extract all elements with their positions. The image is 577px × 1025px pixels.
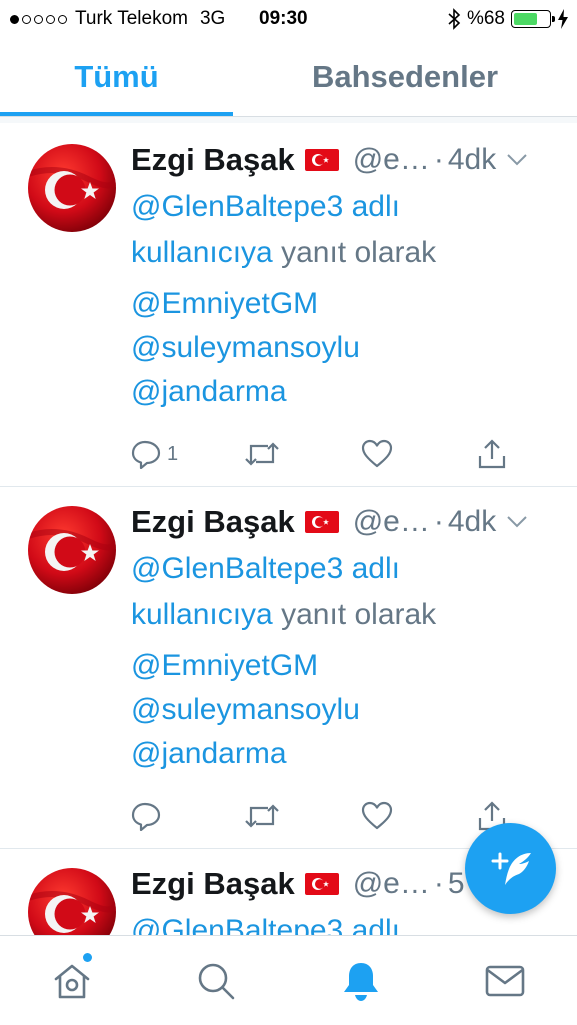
mention-link[interactable]: @suleymansoylu xyxy=(131,326,561,370)
reply-to-link[interactable]: @GlenBaltepe3 adlı xyxy=(131,914,400,935)
tweet-text: @EmniyetGM @suleymansoylu @jandarma xyxy=(131,644,561,776)
retweet-icon xyxy=(245,804,279,828)
new-content-badge xyxy=(83,953,92,962)
avatar[interactable] xyxy=(28,868,116,935)
search-icon xyxy=(198,963,235,1000)
compose-tweet-button[interactable] xyxy=(465,823,556,914)
separator-dot: · xyxy=(433,143,444,176)
timestamp[interactable]: 5 xyxy=(448,867,465,901)
messages-envelope-icon xyxy=(485,965,525,997)
reply-context: @GlenBaltepe3 adlı kullanıcıya yanıt ola… xyxy=(131,184,561,276)
messages-tab[interactable] xyxy=(475,956,535,1006)
reply-to-link[interactable]: @GlenBaltepe3 adlı xyxy=(131,190,400,223)
heart-icon xyxy=(361,801,393,830)
tweet[interactable]: Ezgi Başak @e… · 4dk @GlenBaltepe3 adlı … xyxy=(0,130,577,485)
retweet-button[interactable] xyxy=(244,436,280,472)
status-time: 09:30 xyxy=(259,8,308,29)
username[interactable]: @e… xyxy=(353,867,430,901)
mention-link[interactable]: @jandarma xyxy=(131,370,561,414)
network-type: 3G xyxy=(199,8,226,29)
chevron-down-icon[interactable] xyxy=(506,153,528,167)
username[interactable]: @e… xyxy=(353,505,430,539)
like-button[interactable] xyxy=(361,436,393,472)
avatar[interactable] xyxy=(28,506,116,594)
tab-mentions[interactable]: Bahsedenler xyxy=(233,40,577,116)
reply-button[interactable] xyxy=(131,798,163,834)
mention-link[interactable]: @jandarma xyxy=(131,732,561,776)
home-icon xyxy=(54,964,90,999)
reply-count: 1 xyxy=(167,442,179,465)
carrier-name: Turk Telekom xyxy=(75,8,188,29)
share-icon xyxy=(478,439,506,469)
battery-percent: %68 xyxy=(466,8,505,29)
timestamp[interactable]: 4dk xyxy=(448,143,496,177)
reply-to-link[interactable]: @GlenBaltepe3 adlı xyxy=(131,552,400,585)
reply-context: @GlenBaltepe3 adlı kullanıcıya yanıt ola… xyxy=(131,546,561,638)
charging-bolt-icon xyxy=(558,9,568,29)
retweet-button[interactable] xyxy=(244,798,280,834)
bottom-tab-bar xyxy=(0,935,577,1025)
search-tab[interactable] xyxy=(186,956,246,1006)
tweet[interactable]: Ezgi Başak @e… · 4dk @GlenBaltepe3 adlı … xyxy=(0,492,577,847)
reply-icon xyxy=(131,440,161,469)
chevron-down-icon[interactable] xyxy=(506,515,528,529)
turkey-flag-icon xyxy=(304,149,339,171)
share-button[interactable] xyxy=(477,436,507,472)
mention-link[interactable]: @EmniyetGM xyxy=(131,282,561,326)
battery-icon xyxy=(511,10,555,28)
signal-strength-icon xyxy=(10,14,67,24)
divider xyxy=(0,486,577,487)
divider-shadow xyxy=(0,117,577,123)
reply-to-user-link[interactable]: kullanıcıya xyxy=(131,236,273,269)
status-bar: Turk Telekom 3G 09:30 %68 xyxy=(0,0,577,38)
separator-dot: · xyxy=(433,505,444,538)
retweet-icon xyxy=(245,442,279,466)
timestamp[interactable]: 4dk xyxy=(448,505,496,539)
display-name[interactable]: Ezgi Başak xyxy=(131,866,295,902)
notifications-tabs: Tümü Bahsedenler xyxy=(0,40,577,116)
display-name[interactable]: Ezgi Başak xyxy=(131,142,295,178)
reply-suffix: yanıt olarak xyxy=(281,598,437,631)
tab-all[interactable]: Tümü xyxy=(0,40,233,116)
like-button[interactable] xyxy=(361,798,393,834)
home-tab[interactable] xyxy=(42,953,102,1006)
mention-link[interactable]: @suleymansoylu xyxy=(131,688,561,732)
notifications-tab[interactable] xyxy=(331,956,391,1006)
compose-feather-icon xyxy=(491,852,531,885)
heart-icon xyxy=(361,439,393,468)
tweet-text: @EmniyetGM @suleymansoylu @jandarma xyxy=(131,282,561,414)
notifications-bell-icon xyxy=(344,963,378,1001)
turkey-flag-icon xyxy=(304,511,339,533)
separator-dot: · xyxy=(433,867,444,900)
username[interactable]: @e… xyxy=(353,143,430,177)
bluetooth-icon xyxy=(448,8,461,30)
reply-to-user-link[interactable]: kullanıcıya xyxy=(131,598,273,631)
mention-link[interactable]: @EmniyetGM xyxy=(131,644,561,688)
display-name[interactable]: Ezgi Başak xyxy=(131,504,295,540)
reply-suffix: yanıt olarak xyxy=(281,236,437,269)
reply-button[interactable]: 1 xyxy=(131,436,178,472)
avatar[interactable] xyxy=(28,144,116,232)
tweet-actions: 1 xyxy=(131,436,561,472)
turkey-flag-icon xyxy=(304,873,339,895)
reply-icon xyxy=(131,802,161,831)
